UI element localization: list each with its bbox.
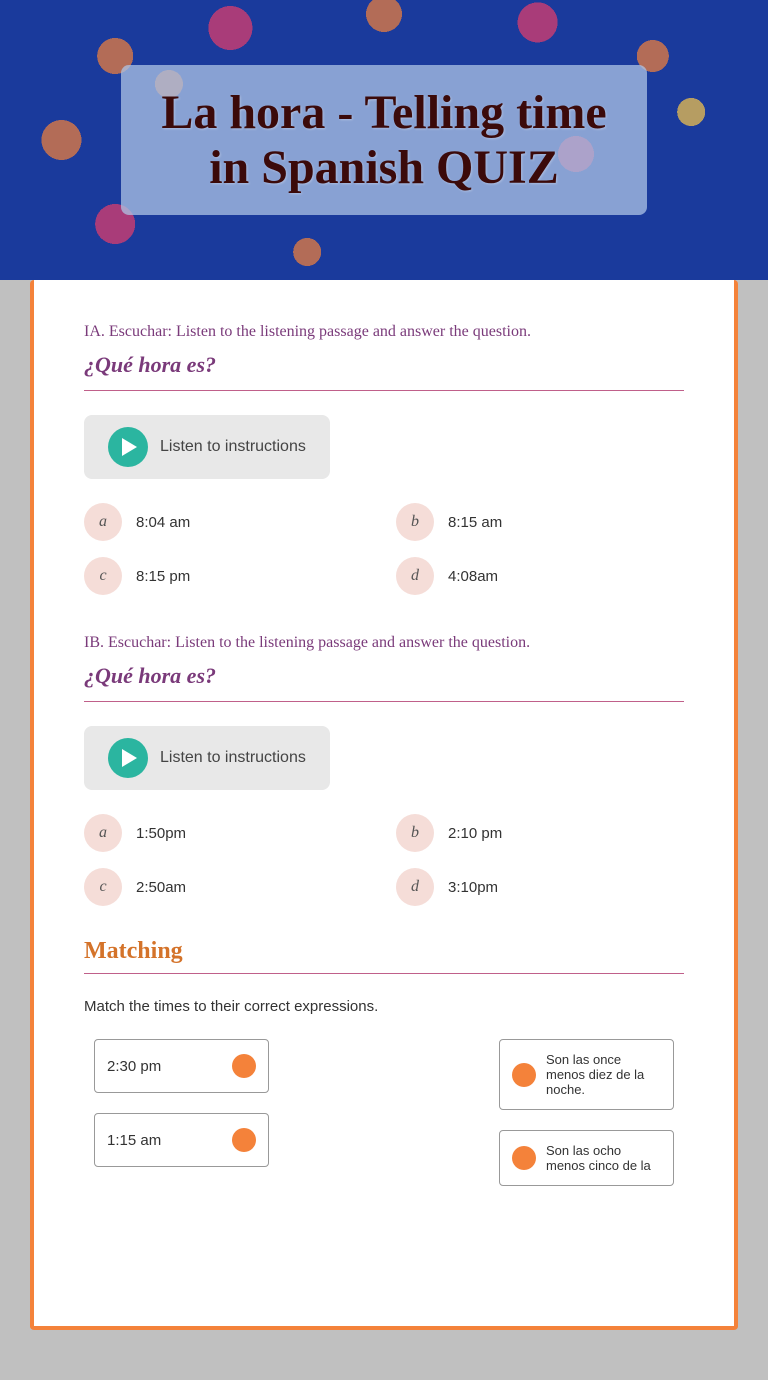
match-left-1-dot: [232, 1054, 256, 1078]
ia-listen-label: Listen to instructions: [160, 438, 306, 456]
ib-play-icon: [122, 749, 137, 767]
ia-badge-a: a: [84, 503, 122, 541]
ib-question: ¿Qué hora es?: [84, 663, 684, 689]
page-title: La hora - Telling time in Spanish QUIZ: [161, 85, 606, 195]
match-left-1[interactable]: 2:30 pm: [94, 1039, 269, 1093]
ia-option-d[interactable]: d 4:08am: [396, 557, 684, 595]
section-ia: IA. Escuchar: Listen to the listening pa…: [84, 320, 684, 595]
left-cards: 2:30 pm 1:15 am: [94, 1039, 269, 1186]
match-right-1-dot: [512, 1063, 536, 1087]
ia-play-icon: [122, 438, 137, 456]
ia-play-circle: [108, 427, 148, 467]
ia-option-b[interactable]: b 8:15 am: [396, 503, 684, 541]
ia-option-a[interactable]: a 8:04 am: [84, 503, 372, 541]
ia-badge-c: c: [84, 557, 122, 595]
ia-question: ¿Qué hora es?: [84, 352, 684, 378]
match-left-2[interactable]: 1:15 am: [94, 1113, 269, 1167]
right-cards: Son las once menos diez de la noche. Son…: [499, 1039, 674, 1186]
ia-value-b: 8:15 am: [448, 514, 502, 531]
ia-options-grid: a 8:04 am b 8:15 am c 8:15 pm d 4:08am: [84, 503, 684, 595]
ib-listen-label: Listen to instructions: [160, 749, 306, 767]
ib-badge-b: b: [396, 814, 434, 852]
ia-option-c[interactable]: c 8:15 pm: [84, 557, 372, 595]
ib-instruction: IB. Escuchar: Listen to the listening pa…: [84, 631, 684, 655]
ia-badge-b: b: [396, 503, 434, 541]
match-left-1-text: 2:30 pm: [107, 1058, 161, 1075]
ia-value-c: 8:15 pm: [136, 568, 190, 585]
ib-value-c: 2:50am: [136, 879, 186, 896]
ib-options-grid: a 1:50pm b 2:10 pm c 2:50am d 3:10pm: [84, 814, 684, 906]
match-left-2-dot: [232, 1128, 256, 1152]
ia-listen-button[interactable]: Listen to instructions: [84, 415, 330, 479]
match-right-2-text: Son las ocho menos cinco de la: [546, 1143, 661, 1173]
ib-value-b: 2:10 pm: [448, 825, 502, 842]
match-left-2-text: 1:15 am: [107, 1132, 161, 1149]
matching-title: Matching: [84, 938, 684, 965]
ib-option-d[interactable]: d 3:10pm: [396, 868, 684, 906]
title-box: La hora - Telling time in Spanish QUIZ: [121, 65, 646, 215]
main-card: IA. Escuchar: Listen to the listening pa…: [30, 280, 738, 1330]
ib-listen-button[interactable]: Listen to instructions: [84, 726, 330, 790]
match-right-1[interactable]: Son las once menos diez de la noche.: [499, 1039, 674, 1110]
match-right-1-text: Son las once menos diez de la noche.: [546, 1052, 661, 1097]
ia-value-d: 4:08am: [448, 568, 498, 585]
ib-option-c[interactable]: c 2:50am: [84, 868, 372, 906]
ib-value-d: 3:10pm: [448, 879, 498, 896]
ib-option-b[interactable]: b 2:10 pm: [396, 814, 684, 852]
ia-instruction: IA. Escuchar: Listen to the listening pa…: [84, 320, 684, 344]
matching-pairs: 2:30 pm 1:15 am Son las once menos diez …: [84, 1039, 684, 1186]
ib-value-a: 1:50pm: [136, 825, 186, 842]
ib-play-circle: [108, 738, 148, 778]
ib-option-a[interactable]: a 1:50pm: [84, 814, 372, 852]
matching-section: Matching Match the times to their correc…: [84, 938, 684, 1186]
ia-badge-d: d: [396, 557, 434, 595]
section-ib: IB. Escuchar: Listen to the listening pa…: [84, 631, 684, 906]
match-right-2-dot: [512, 1146, 536, 1170]
match-right-2[interactable]: Son las ocho menos cinco de la: [499, 1130, 674, 1186]
ib-divider: [84, 701, 684, 702]
matching-divider: [84, 973, 684, 974]
matching-instruction: Match the times to their correct express…: [84, 998, 684, 1015]
ib-badge-d: d: [396, 868, 434, 906]
header-banner: La hora - Telling time in Spanish QUIZ: [0, 0, 768, 280]
ib-badge-a: a: [84, 814, 122, 852]
ia-divider: [84, 390, 684, 391]
ia-value-a: 8:04 am: [136, 514, 190, 531]
ib-badge-c: c: [84, 868, 122, 906]
